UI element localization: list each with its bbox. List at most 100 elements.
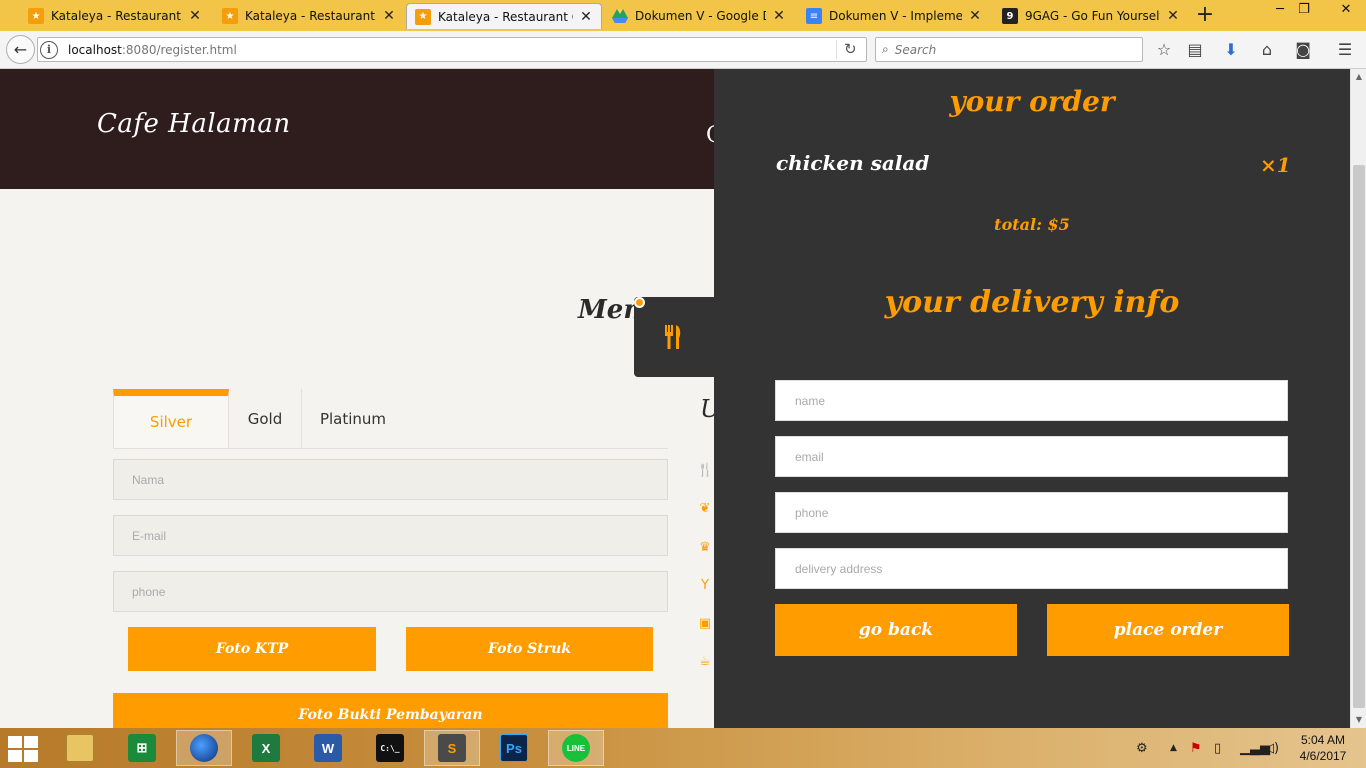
browser-tab-5[interactable]: ≡ Dokumen V - Implementasi ✕ bbox=[798, 3, 990, 29]
taskbar-word[interactable]: W bbox=[300, 730, 356, 766]
tray-battery-icon[interactable]: ▯ bbox=[1214, 728, 1221, 768]
delivery-name-input[interactable]: name bbox=[775, 380, 1288, 421]
page-scrollbar[interactable]: ▲ ▼ bbox=[1350, 69, 1366, 728]
leaf-icon: ❦ bbox=[699, 501, 711, 516]
upload-struk-button[interactable]: Foto Struk bbox=[406, 627, 653, 671]
go-back-button[interactable]: go back bbox=[775, 604, 1017, 656]
word-icon: W bbox=[314, 734, 342, 762]
email-field[interactable]: E-mail bbox=[113, 515, 668, 556]
clock-date: 4/6/2017 bbox=[1299, 749, 1347, 763]
coffee-icon: ☕ bbox=[699, 654, 711, 669]
order-title: your order bbox=[949, 85, 1115, 118]
scroll-up-icon[interactable]: ▲ bbox=[1351, 69, 1366, 85]
close-icon[interactable]: ✕ bbox=[188, 8, 202, 24]
browser-tab-strip: ★ Kataleya - Restaurant One ✕ ★ Kataleya… bbox=[0, 0, 1366, 31]
info-icon[interactable]: i bbox=[40, 40, 58, 59]
sublime-icon: S bbox=[438, 734, 466, 762]
place-order-button[interactable]: place order bbox=[1047, 604, 1289, 656]
taskbar-excel[interactable]: X bbox=[238, 730, 294, 766]
delivery-title: your delivery info bbox=[884, 285, 1180, 320]
reading-list-icon[interactable]: ▤ bbox=[1184, 40, 1206, 60]
cart-notification-dot bbox=[634, 297, 645, 308]
order-item-qty[interactable]: ×1 bbox=[1260, 153, 1291, 177]
terminal-icon: C:\_ bbox=[376, 734, 404, 762]
taskbar-photoshop[interactable]: Ps bbox=[486, 730, 542, 766]
upload-ktp-button[interactable]: Foto KTP bbox=[128, 627, 376, 671]
delivery-address-input[interactable]: delivery address bbox=[775, 548, 1288, 589]
9gag-icon: 9 bbox=[1002, 8, 1018, 24]
close-icon[interactable]: ✕ bbox=[579, 9, 593, 25]
window-close-icon[interactable]: ✕ bbox=[1326, 0, 1366, 22]
download-icon[interactable]: ⬇ bbox=[1220, 40, 1242, 60]
delivery-phone-input[interactable]: phone bbox=[775, 492, 1288, 533]
cutlery-icon: 🍴 bbox=[697, 463, 714, 478]
close-icon[interactable]: ✕ bbox=[968, 8, 982, 24]
scroll-thumb[interactable] bbox=[1353, 165, 1365, 708]
home-icon[interactable]: ⌂ bbox=[1256, 40, 1278, 60]
close-icon[interactable]: ✕ bbox=[382, 8, 396, 24]
browser-tab-2[interactable]: ★ Kataleya - Restaurant One ✕ bbox=[214, 3, 404, 29]
back-button[interactable]: ← bbox=[6, 35, 35, 64]
briefcase-icon: ▣ bbox=[698, 616, 712, 631]
taskbar-clock[interactable]: 5:04 AM 4/6/2017 bbox=[1290, 732, 1356, 764]
site-brand[interactable]: Cafe Halaman bbox=[97, 109, 291, 139]
url-divider bbox=[836, 40, 837, 59]
taskbar-firefox[interactable] bbox=[176, 730, 232, 766]
line-icon: LINE bbox=[562, 734, 590, 762]
tab-platinum[interactable]: Platinum bbox=[302, 389, 404, 449]
browser-tab-1[interactable]: ★ Kataleya - Restaurant One ✕ bbox=[20, 3, 210, 29]
order-total: total: $5 bbox=[994, 215, 1070, 234]
windows-start-button[interactable] bbox=[8, 736, 40, 762]
google-docs-icon: ≡ bbox=[806, 8, 822, 24]
url-path: :8080/register.html bbox=[121, 42, 237, 57]
scroll-down-icon[interactable]: ▼ bbox=[1351, 712, 1366, 728]
browser-nav-bar: ← i localhost:8080/register.html ↻ ⌕ Sea… bbox=[0, 31, 1366, 69]
cocktail-icon: Y bbox=[701, 578, 709, 593]
maximize-icon[interactable]: ❐ bbox=[1284, 0, 1324, 22]
search-placeholder: Search bbox=[894, 42, 937, 57]
close-icon[interactable]: ✕ bbox=[1166, 8, 1180, 24]
star-icon: ★ bbox=[415, 8, 431, 25]
clock-time: 5:04 AM bbox=[1300, 733, 1346, 747]
google-drive-icon bbox=[612, 8, 628, 24]
order-item-name: chicken salad bbox=[776, 151, 930, 175]
cart-toggle-button[interactable] bbox=[634, 297, 716, 377]
firefox-icon bbox=[190, 734, 218, 762]
tray-flag-icon[interactable]: ⚑ bbox=[1190, 728, 1202, 768]
taskbar-sublime-text[interactable]: S bbox=[424, 730, 480, 766]
phone-field[interactable]: phone bbox=[113, 571, 668, 612]
taskbar-windows-store[interactable]: ⊞ bbox=[114, 730, 170, 766]
tab-silver[interactable]: Silver bbox=[113, 389, 229, 449]
cutlery-icon bbox=[665, 325, 681, 349]
browser-tab-4[interactable]: Dokumen V - Google Drive ✕ bbox=[604, 3, 794, 29]
tray-settings-icon[interactable]: ⚙ bbox=[1136, 728, 1148, 768]
star-icon: ★ bbox=[28, 8, 44, 24]
taskbar-file-explorer[interactable] bbox=[52, 730, 108, 766]
browser-tab-6[interactable]: 9 9GAG - Go Fun Yourself ✕ bbox=[994, 3, 1188, 29]
name-field[interactable]: Nama bbox=[113, 459, 668, 500]
page-viewport: Cafe Halaman C Memb Silver Gold Platinum… bbox=[0, 69, 1350, 728]
upload-bukti-button[interactable]: Foto Bukti Pembayaran bbox=[113, 693, 668, 728]
delivery-email-input[interactable]: email bbox=[775, 436, 1288, 477]
bookmark-star-icon[interactable]: ☆ bbox=[1153, 40, 1175, 60]
search-input[interactable]: ⌕ Search bbox=[875, 37, 1143, 62]
photoshop-icon: Ps bbox=[500, 734, 528, 762]
search-icon: ⌕ bbox=[882, 42, 889, 56]
order-panel: your order chicken salad ×1 total: $5 yo… bbox=[714, 69, 1350, 728]
close-icon[interactable]: ✕ bbox=[772, 8, 786, 24]
new-tab-button[interactable]: + bbox=[1194, 4, 1216, 26]
pocket-icon[interactable]: ◙ bbox=[1292, 40, 1314, 60]
excel-icon: X bbox=[252, 734, 280, 762]
arrow-left-icon: ← bbox=[13, 40, 28, 59]
taskbar-command-prompt[interactable]: C:\_ bbox=[362, 730, 418, 766]
taskbar-line[interactable]: LINE bbox=[548, 730, 604, 766]
tab-gold[interactable]: Gold bbox=[229, 389, 302, 449]
url-bar[interactable]: i localhost:8080/register.html ↻ bbox=[37, 37, 867, 62]
browser-tab-3-active[interactable]: ★ Kataleya - Restaurant One ✕ bbox=[406, 3, 602, 29]
reload-icon[interactable]: ↻ bbox=[844, 40, 857, 58]
menu-icon[interactable]: ☰ bbox=[1334, 40, 1356, 60]
tray-chevron-up-icon[interactable]: ▲ bbox=[1170, 728, 1177, 768]
tray-volume-icon[interactable]: ◁) bbox=[1264, 728, 1279, 768]
windows-taskbar: ⊞ X W C:\_ S Ps LINE ⚙ ▲ ⚑ ▯ ▁▃▅ ◁) 5:04… bbox=[0, 728, 1366, 768]
folder-icon bbox=[66, 734, 94, 762]
